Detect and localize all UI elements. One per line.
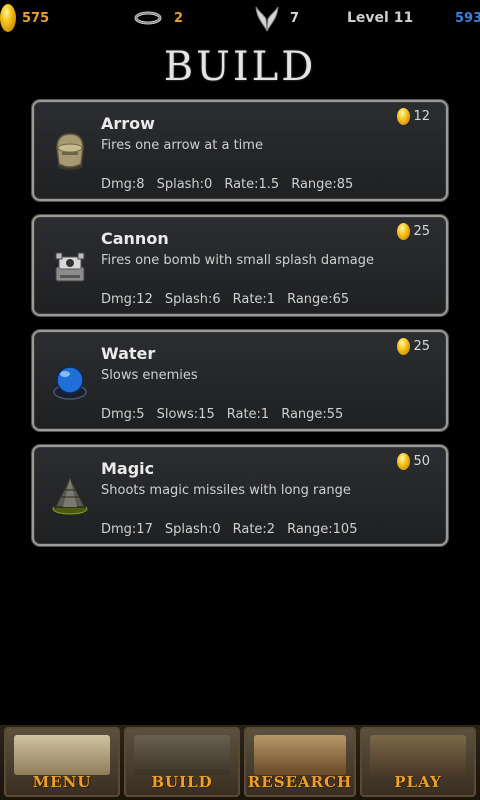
- tower-card-water[interactable]: Water Slows enemies Dmg:5 Slows:15 Rate:1 R…: [32, 330, 448, 431]
- stat-rate: Rate:1: [232, 292, 276, 307]
- tower-description: Fires one arrow at a time: [101, 138, 263, 153]
- build-button[interactable]: BUILD: [124, 727, 240, 797]
- stat-slows: Slows:15: [156, 407, 215, 422]
- tower-cost: 50: [397, 453, 430, 470]
- tower-description: Shoots magic missiles with long range: [101, 483, 351, 498]
- stat-damage: Dmg:5: [101, 407, 145, 422]
- stat-range: Range:105: [287, 522, 358, 537]
- cost-value: 12: [413, 109, 430, 124]
- gold-coin-icon: [397, 453, 411, 470]
- scroll-icon: [14, 735, 110, 775]
- tower-name: Cannon: [101, 229, 169, 248]
- gold-counter: 575: [0, 0, 49, 36]
- research-label: RESEARCH: [247, 773, 353, 791]
- tower-card-cannon[interactable]: Cannon Fires one bomb with small splash …: [32, 215, 448, 316]
- level-label: Level 11: [347, 10, 414, 26]
- play-label: PLAY: [394, 773, 442, 791]
- cannon-tower-icon: [55, 252, 85, 282]
- build-label: BUILD: [151, 773, 213, 791]
- tower-name: Water: [101, 344, 156, 363]
- page-title: BUILD: [163, 44, 317, 90]
- wings-counter: 7: [254, 0, 299, 36]
- stat-rate: Rate:1.5: [224, 177, 280, 192]
- stat-rate: Rate:2: [232, 522, 276, 537]
- tower-name: Magic: [101, 459, 155, 478]
- tower-description: Slows enemies: [101, 368, 198, 383]
- magic-tower-icon: [52, 476, 88, 515]
- status-bar: 575 2 7 Level 11 593: [0, 0, 480, 36]
- tower-description: Fires one bomb with small splash damage: [101, 253, 374, 268]
- stat-rate: Rate:1: [226, 407, 270, 422]
- cost-value: 50: [413, 454, 430, 469]
- cost-value: 25: [413, 224, 430, 239]
- gold-coin-icon: [397, 108, 411, 125]
- cost-value: 25: [413, 339, 430, 354]
- stat-range: Range:65: [287, 292, 350, 307]
- tower-cost: 12: [397, 108, 430, 125]
- stat-splash: Splash:0: [164, 522, 221, 537]
- research-button[interactable]: RESEARCH: [244, 727, 356, 797]
- ring-icon: [134, 11, 162, 25]
- menu-label: MENU: [32, 773, 92, 791]
- wings-amount: 7: [290, 10, 300, 26]
- ring-amount: 2: [174, 10, 184, 26]
- tower-stats: Dmg:5 Slows:15 Rate:1 Range:55: [101, 407, 355, 422]
- castle-icon: [134, 735, 230, 775]
- water-tower-icon: [53, 366, 87, 400]
- tower-cost: 25: [397, 338, 430, 355]
- arrow-tower-icon: [56, 133, 84, 170]
- wings-icon: [255, 6, 279, 32]
- tower-card-arrow[interactable]: Arrow Fires one arrow at a time Dmg:8 Spl…: [32, 100, 448, 201]
- score-value: 593: [455, 10, 480, 26]
- tower-card-magic[interactable]: Magic Shoots magic missiles with long ra…: [32, 445, 448, 546]
- stat-splash: Splash:0: [156, 177, 213, 192]
- tower-stats: Dmg:8 Splash:0 Rate:1.5 Range:85: [101, 177, 365, 192]
- tower-stats: Dmg:17 Splash:0 Rate:2 Range:105: [101, 522, 369, 537]
- ring-counter: 2: [134, 0, 183, 36]
- gold-amount: 575: [22, 10, 50, 26]
- battle-icon: [370, 735, 466, 775]
- menu-button[interactable]: MENU: [4, 727, 120, 797]
- stat-range: Range:55: [281, 407, 344, 422]
- gold-coin-icon: [397, 338, 411, 355]
- book-icon: [254, 735, 346, 775]
- gold-coin-icon: [0, 4, 16, 32]
- play-button[interactable]: PLAY: [360, 727, 476, 797]
- stat-splash: Splash:6: [164, 292, 221, 307]
- tower-name: Arrow: [101, 114, 155, 133]
- stat-damage: Dmg:12: [101, 292, 153, 307]
- stat-range: Range:85: [291, 177, 354, 192]
- stat-damage: Dmg:8: [101, 177, 145, 192]
- gold-coin-icon: [397, 223, 411, 240]
- stat-damage: Dmg:17: [101, 522, 153, 537]
- bottom-nav: MENU BUILD RESEARCH PLAY: [0, 725, 480, 800]
- tower-cost: 25: [397, 223, 430, 240]
- tower-stats: Dmg:12 Splash:6 Rate:1 Range:65: [101, 292, 361, 307]
